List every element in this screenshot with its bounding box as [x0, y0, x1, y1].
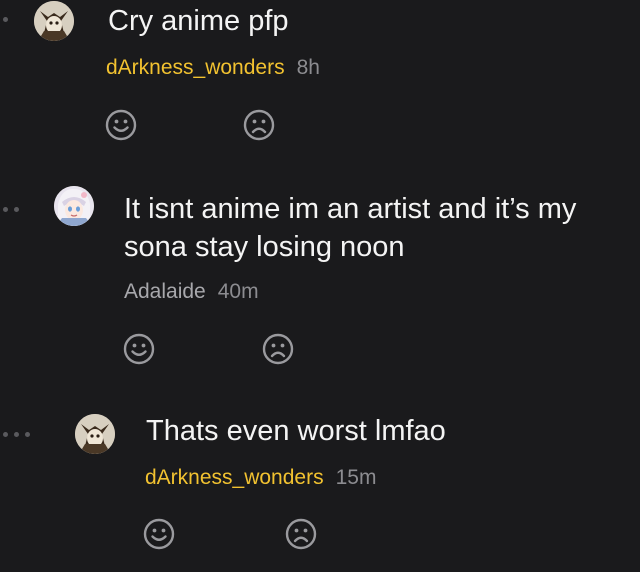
timestamp: 8h [296, 56, 320, 79]
smile-face-icon [105, 109, 137, 141]
avatar[interactable] [75, 414, 115, 454]
author-name[interactable]: dArkness_wonders [106, 56, 285, 79]
horned-mask-avatar-icon [75, 414, 115, 454]
comment-meta: dArkness_wonders 15m [145, 465, 376, 491]
thread-depth-indicator [3, 17, 8, 22]
comment-1: Cry anime pfp dArkness_wonders 8h [0, 0, 640, 150]
dislike-button[interactable] [284, 517, 318, 551]
like-button[interactable] [122, 332, 156, 366]
comment-2: It isnt anime im an artist and it’s my s… [0, 180, 640, 380]
anime-girl-avatar-icon [54, 186, 94, 226]
horned-mask-avatar-icon [34, 1, 74, 41]
thread-depth-indicator [3, 207, 19, 212]
dislike-button[interactable] [242, 108, 276, 142]
timestamp: 40m [217, 280, 259, 303]
smile-face-icon [123, 333, 155, 365]
comment-text: Thats even worst lmfao [146, 415, 446, 447]
comment-meta: Adalaide 40m [124, 279, 259, 305]
timestamp: 15m [335, 466, 377, 489]
frown-face-icon [285, 518, 317, 550]
frown-face-icon [262, 333, 294, 365]
dislike-button[interactable] [261, 332, 295, 366]
like-button[interactable] [104, 108, 138, 142]
avatar[interactable] [54, 186, 94, 226]
avatar[interactable] [34, 1, 74, 41]
frown-face-icon [243, 109, 275, 141]
author-name[interactable]: dArkness_wonders [145, 466, 324, 489]
author-name[interactable]: Adalaide [124, 280, 206, 303]
thread-depth-indicator [3, 432, 30, 437]
comment-meta: dArkness_wonders 8h [106, 55, 320, 81]
like-button[interactable] [142, 517, 176, 551]
smile-face-icon [143, 518, 175, 550]
comment-text: It isnt anime im an artist and it’s my s… [124, 193, 577, 263]
comment-3: Thats even worst lmfao dArkness_wonders 1… [0, 404, 640, 572]
comment-text: Cry anime pfp [108, 5, 289, 37]
